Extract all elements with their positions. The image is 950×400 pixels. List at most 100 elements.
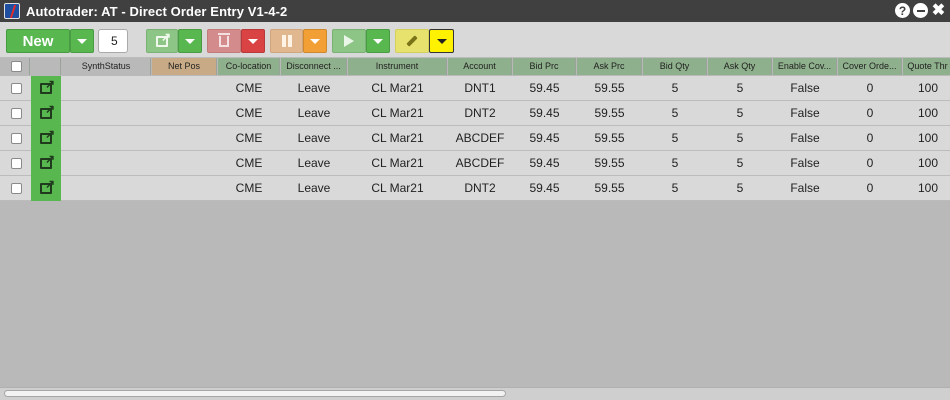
play-button[interactable] — [332, 29, 366, 53]
pause-button[interactable] — [270, 29, 303, 53]
chevron-down-icon — [77, 38, 87, 44]
window-controls: ? ✖ — [895, 2, 946, 18]
column-header-net-pos[interactable]: Net Pos — [152, 58, 217, 75]
launch-icon — [40, 127, 55, 144]
cell-disconnect: Leave — [297, 181, 331, 195]
column-header-ask-prc[interactable]: Ask Prc — [577, 58, 642, 75]
window-title: Autotrader: AT - Direct Order Entry V1-4… — [26, 3, 288, 19]
cell-net-pos — [152, 101, 217, 126]
column-header-bid-qty[interactable]: Bid Qty — [643, 58, 707, 75]
cell-synth-status — [62, 151, 151, 176]
minimize-icon[interactable] — [913, 3, 928, 18]
row-launch-button[interactable] — [31, 76, 61, 101]
launch-icon — [40, 102, 55, 119]
cell-enable-cover: False — [790, 181, 820, 195]
row-checkbox[interactable] — [11, 158, 22, 169]
cell-disconnect: Leave — [297, 156, 331, 170]
cell-instrument: CL Mar21 — [371, 106, 424, 120]
row-launch-button[interactable] — [31, 176, 61, 201]
cell-quote-thr: 100 — [917, 106, 939, 120]
table-row[interactable]: CME Leave CL Mar21 DNT2 59.45 59.55 5 5 False 0 10… — [0, 101, 950, 126]
cell-ask-prc: 59.55 — [594, 106, 625, 120]
row-checkbox[interactable] — [11, 108, 22, 119]
toolbar: New — [0, 22, 950, 58]
horizontal-scrollbar[interactable] — [0, 387, 950, 400]
column-header-bid-prc[interactable]: Bid Prc — [513, 58, 576, 75]
column-header-co-location[interactable]: Co-location — [218, 58, 280, 75]
cell-bid-prc: 59.45 — [529, 156, 560, 170]
cell-net-pos — [152, 126, 217, 151]
pause-icon — [281, 35, 292, 47]
cell-disconnect: Leave — [297, 131, 331, 145]
cell-ask-qty: 5 — [736, 156, 744, 170]
row-launch-button[interactable] — [31, 151, 61, 176]
cell-synth-status — [62, 101, 151, 126]
launch-icon — [40, 177, 55, 194]
column-header-disconnect[interactable]: Disconnect ... — [281, 58, 347, 75]
pause-dropdown[interactable] — [303, 29, 327, 53]
row-checkbox[interactable] — [11, 183, 22, 194]
new-order-dropdown[interactable] — [70, 29, 94, 53]
help-icon[interactable]: ? — [895, 3, 910, 18]
chevron-down-icon — [185, 38, 195, 44]
quantity-input[interactable] — [98, 29, 128, 53]
chevron-down-icon — [248, 38, 258, 44]
cell-ask-qty: 5 — [736, 81, 744, 95]
column-header-cover-order[interactable]: Cover Orde... — [838, 58, 902, 75]
launch-dropdown[interactable] — [178, 29, 202, 53]
cell-co-location: CME — [235, 131, 263, 145]
cell-cover-order: 0 — [866, 131, 874, 145]
cell-account: DNT1 — [464, 81, 496, 95]
cell-account: ABCDEF — [455, 156, 505, 170]
cell-synth-status — [62, 176, 151, 201]
edit-dropdown[interactable] — [429, 29, 454, 53]
chevron-down-icon — [373, 38, 383, 44]
column-header-synth-status[interactable]: SynthStatus — [62, 58, 151, 75]
play-dropdown[interactable] — [366, 29, 390, 53]
orders-grid: SynthStatus Net Pos Co-location Disconnect … — [0, 58, 950, 388]
cell-bid-qty: 5 — [671, 181, 679, 195]
column-header-quote-thr[interactable]: Quote Thr — [903, 58, 950, 75]
column-header-instrument[interactable]: Instrument — [348, 58, 447, 75]
cell-instrument: CL Mar21 — [371, 156, 424, 170]
launch-icon — [40, 77, 55, 94]
cell-bid-qty: 5 — [671, 81, 679, 95]
scrollbar-thumb[interactable] — [4, 390, 506, 397]
select-all-checkbox[interactable] — [11, 61, 22, 72]
app-logo-icon — [4, 3, 20, 19]
new-order-button[interactable]: New — [6, 29, 70, 53]
row-checkbox[interactable] — [11, 133, 22, 144]
cell-net-pos — [152, 76, 217, 101]
cell-disconnect: Leave — [297, 81, 331, 95]
cell-cover-order: 0 — [866, 106, 874, 120]
cell-ask-prc: 59.55 — [594, 131, 625, 145]
row-launch-button[interactable] — [31, 101, 61, 126]
table-row[interactable]: CME Leave CL Mar21 DNT1 59.45 59.55 5 5 False 0 10… — [0, 76, 950, 101]
cell-ask-qty: 5 — [736, 181, 744, 195]
cell-enable-cover: False — [790, 81, 820, 95]
table-row[interactable]: CME Leave CL Mar21 ABCDEF 59.45 59.55 5 5 False 0… — [0, 151, 950, 176]
column-header-enable-cover[interactable]: Enable Cov... — [773, 58, 837, 75]
edit-button[interactable] — [395, 29, 429, 53]
column-header-launch[interactable] — [31, 58, 61, 75]
launch-button[interactable] — [146, 29, 178, 53]
cell-bid-prc: 59.45 — [529, 181, 560, 195]
table-row[interactable]: CME Leave CL Mar21 DNT2 59.45 59.55 5 5 False 0 10… — [0, 176, 950, 201]
cell-co-location: CME — [235, 81, 263, 95]
table-row[interactable]: CME Leave CL Mar21 ABCDEF 59.45 59.55 5 5 False 0… — [0, 126, 950, 151]
cell-enable-cover: False — [790, 106, 820, 120]
column-header-account[interactable]: Account — [448, 58, 512, 75]
row-checkbox[interactable] — [11, 83, 22, 94]
close-icon[interactable]: ✖ — [931, 2, 946, 18]
row-launch-button[interactable] — [31, 126, 61, 151]
cell-bid-qty: 5 — [671, 106, 679, 120]
cell-enable-cover: False — [790, 131, 820, 145]
column-header-select[interactable] — [0, 58, 30, 75]
cell-cover-order: 0 — [866, 156, 874, 170]
delete-dropdown[interactable] — [241, 29, 265, 53]
column-header-ask-qty[interactable]: Ask Qty — [708, 58, 772, 75]
delete-button[interactable] — [207, 29, 241, 53]
cell-disconnect: Leave — [297, 106, 331, 120]
cell-net-pos — [152, 151, 217, 176]
cell-co-location: CME — [235, 106, 263, 120]
